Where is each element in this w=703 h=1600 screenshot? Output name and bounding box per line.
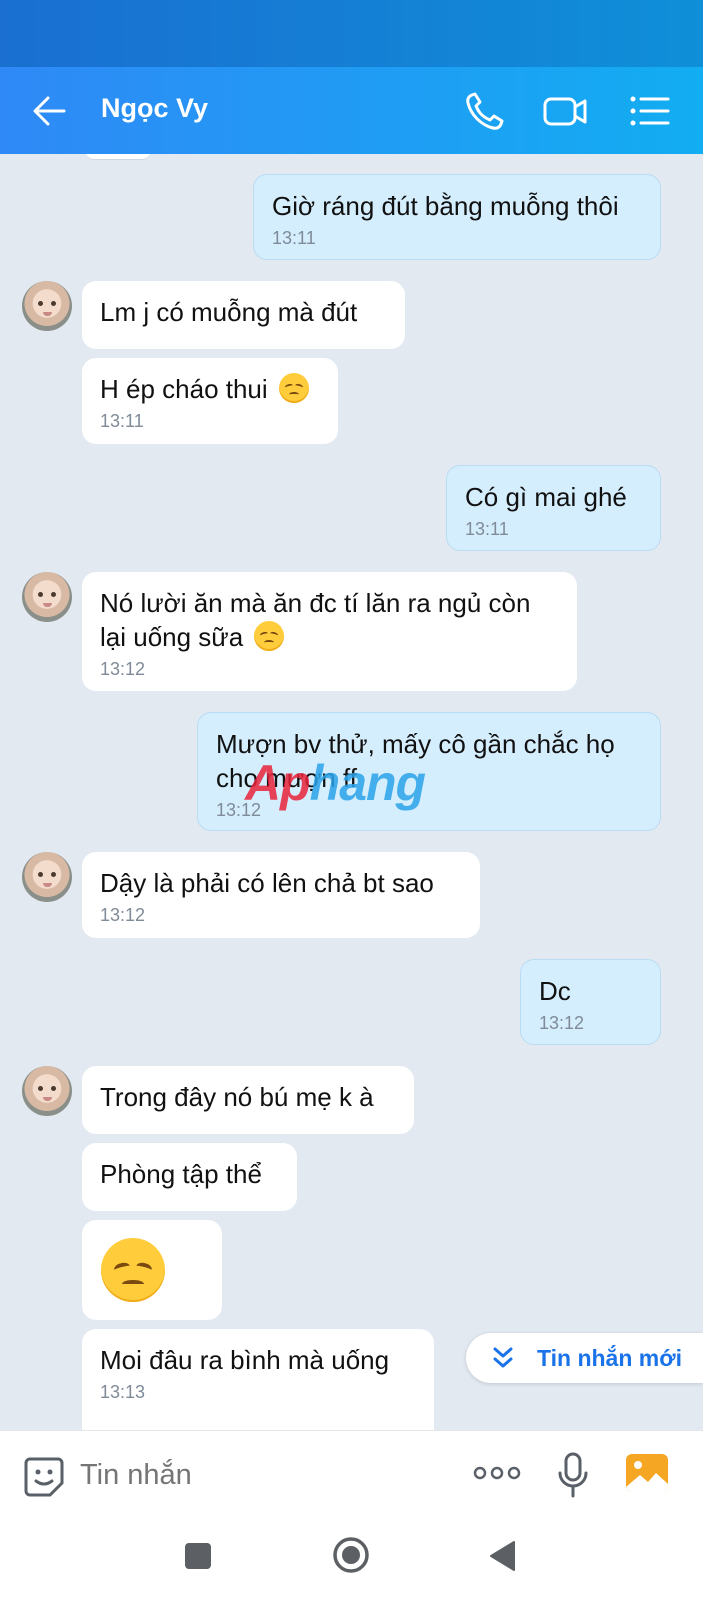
message-bubble-outgoing[interactable]: Dc 13:12 — [520, 959, 661, 1045]
status-bar — [0, 0, 703, 67]
home-icon[interactable] — [332, 1536, 370, 1574]
video-call-icon[interactable] — [542, 89, 588, 133]
message-bubble-incoming[interactable]: Lm j có muỗng mà đút — [82, 281, 405, 349]
message-bubble-outgoing[interactable]: Mượn bv thử, mấy cô gần chắc họ cho mượn… — [197, 712, 661, 831]
message-time: 13:12 — [100, 905, 146, 925]
message-bubble-incoming[interactable]: Moi đâu ra bình mà uống 13:13 — [82, 1329, 434, 1430]
message-bubble-incoming[interactable] — [82, 1220, 222, 1320]
message-bubble-outgoing[interactable]: Có gì mai ghé 13:11 — [446, 465, 661, 551]
message-bubble-incoming[interactable]: Nó lười ăn mà ăn đc tí lăn ra ngủ còn lạ… — [82, 572, 577, 691]
new-messages-label: Tin nhắn mới — [537, 1345, 682, 1371]
menu-list-icon[interactable] — [628, 89, 674, 133]
message-time: 13:12 — [216, 800, 262, 820]
message-bubble-incoming[interactable]: Dậy là phải có lên chả bt sao 13:12 — [82, 852, 480, 938]
message-text: Giờ ráng đút bằng muỗng thôi — [272, 191, 619, 221]
message-text-line2: lại uống sữa — [100, 622, 244, 652]
message-bubble-incoming[interactable]: Phòng tập thể — [82, 1143, 297, 1211]
message-bubble-incoming[interactable]: Trong đây nó bú mẹ k à — [82, 1066, 414, 1134]
contact-avatar[interactable] — [22, 572, 72, 622]
message-time: 13:11 — [100, 411, 144, 431]
chat-header: Ngọc Vy — [0, 67, 703, 154]
message-text: Có gì mai ghé — [465, 482, 627, 512]
message-time: 13:12 — [100, 659, 146, 679]
contact-avatar[interactable] — [22, 852, 72, 902]
recent-apps-icon[interactable] — [185, 1543, 211, 1569]
double-chevron-down-icon — [493, 1347, 513, 1368]
message-time: 13:12 — [539, 1013, 585, 1033]
new-messages-button[interactable]: Tin nhắn mới — [466, 1333, 703, 1383]
message-composer — [0, 1430, 703, 1518]
message-text: Dậy là phải có lên chả bt sao — [100, 868, 434, 898]
disappointed-face-emoji-icon — [101, 1238, 165, 1302]
microphone-icon[interactable] — [556, 1451, 590, 1499]
message-time: 13:13 — [100, 1382, 146, 1402]
message-text: Lm j có muỗng mà đút — [100, 297, 358, 327]
message-text-line1: Nó lười ăn mà ăn đc tí lăn ra ngủ còn — [100, 588, 531, 618]
back-nav-icon[interactable] — [488, 1540, 516, 1572]
message-text-line2: cho mượn ff — [216, 763, 357, 793]
message-text: Moi đâu ra bình mà uống — [100, 1345, 390, 1375]
contact-name[interactable]: Ngọc Vy — [101, 93, 208, 124]
message-text-line1: Mượn bv thử, mấy cô gần chắc họ — [216, 729, 615, 759]
phone-call-icon[interactable] — [463, 89, 509, 133]
disappointed-face-emoji-icon — [254, 621, 285, 651]
photo-gallery-icon[interactable] — [624, 1451, 670, 1495]
disappointed-face-emoji-icon — [278, 373, 309, 403]
message-input[interactable] — [80, 1451, 440, 1499]
back-arrow-icon[interactable] — [30, 91, 70, 131]
message-text: Trong đây nó bú mẹ k à — [100, 1082, 374, 1112]
more-options-icon[interactable] — [473, 1465, 521, 1481]
message-bubble-incoming[interactable]: H ép cháo thui 13:11 — [82, 358, 338, 444]
contact-avatar[interactable] — [22, 281, 72, 331]
message-bubble-outgoing[interactable]: Giờ ráng đút bằng muỗng thôi 13:11 — [253, 174, 661, 260]
message-text: Dc — [539, 976, 571, 1006]
message-list[interactable]: Giờ ráng đút bằng muỗng thôi 13:11 Lm j … — [0, 154, 703, 1430]
message-time: 13:11 — [465, 519, 509, 539]
message-text: H ép cháo thui — [100, 374, 268, 404]
contact-avatar[interactable] — [22, 1066, 72, 1116]
message-time: 13:11 — [272, 228, 316, 248]
message-text: Phòng tập thể — [100, 1159, 262, 1189]
system-navigation-bar — [0, 1518, 703, 1600]
previous-message-edge — [86, 154, 150, 160]
sticker-emoji-icon[interactable] — [22, 1455, 66, 1499]
